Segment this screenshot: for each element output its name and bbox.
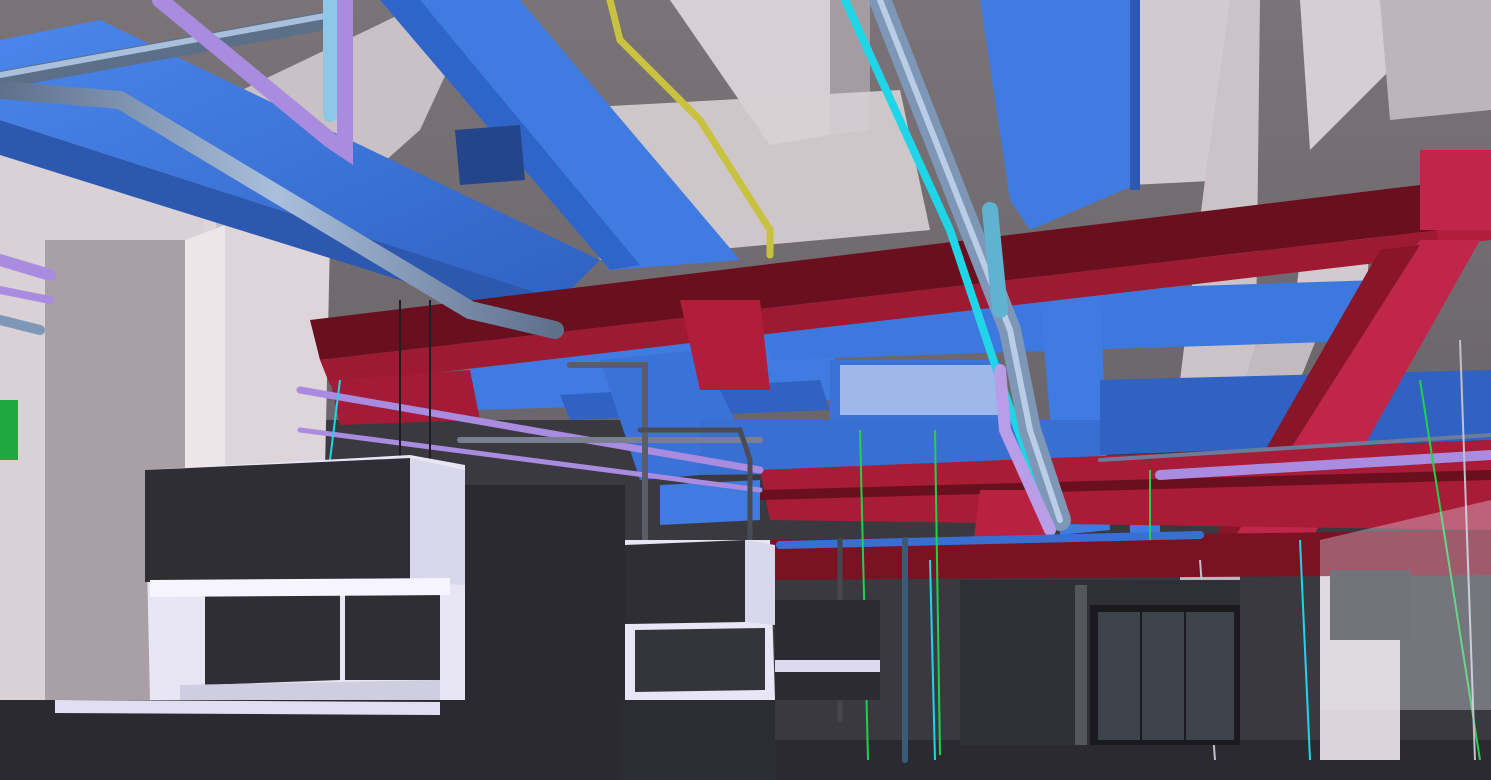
bim-3d-viewport[interactable] [0, 0, 1491, 780]
mep-model-render [0, 0, 1491, 780]
electrical-panel [0, 400, 18, 460]
duct-end-cap [1420, 150, 1491, 230]
back-wall-doors [960, 580, 1240, 745]
